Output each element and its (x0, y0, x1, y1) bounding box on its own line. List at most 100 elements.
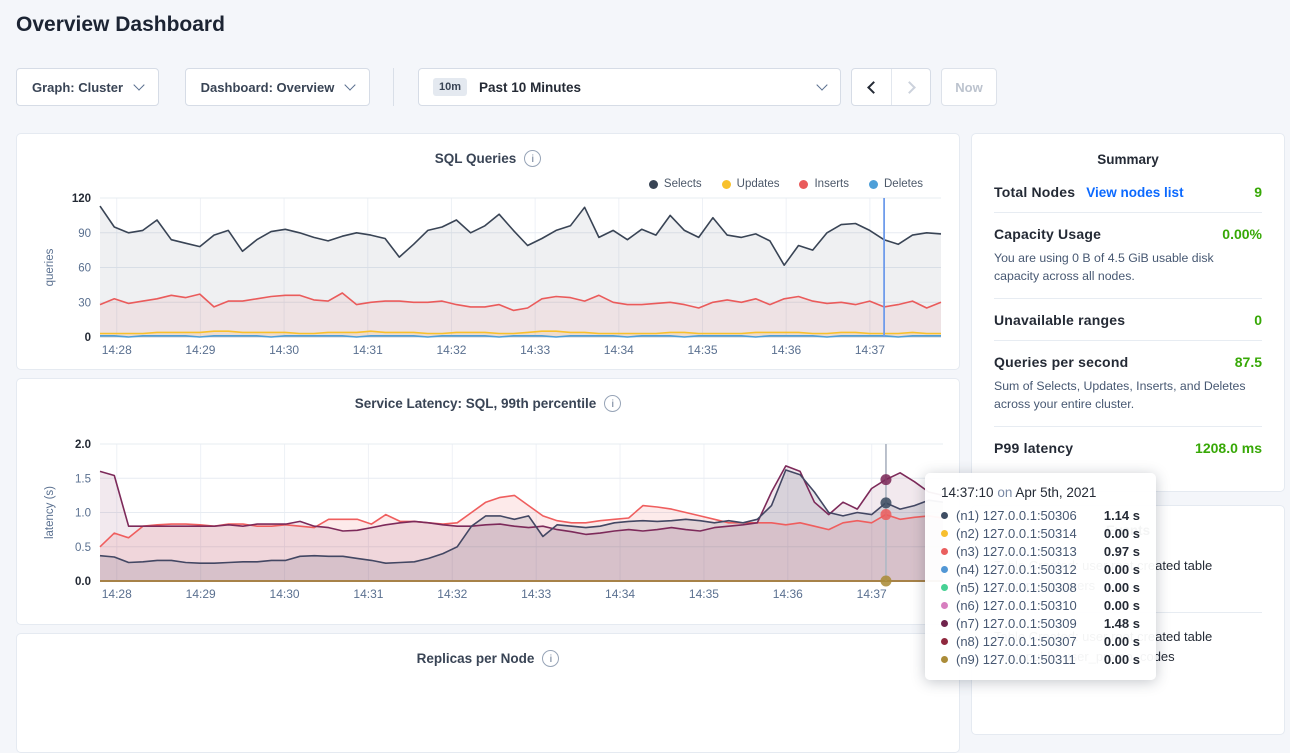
svg-text:14:28: 14:28 (102, 587, 132, 601)
svg-text:14:30: 14:30 (269, 343, 299, 357)
chart-hover-tooltip: 14:37:10 on Apr 5th, 2021 (n1) 127.0.0.1… (925, 473, 1156, 680)
replicas-per-node-title: Replicas per Node (417, 651, 535, 666)
svg-text:14:32: 14:32 (437, 587, 467, 601)
svg-text:14:29: 14:29 (185, 343, 215, 357)
tooltip-node-label: (n4) 127.0.0.1:50312 (956, 562, 1077, 577)
capacity-usage-desc: You are using 0 B of 4.5 GiB usable disk… (994, 249, 1262, 286)
tooltip-node-value: 0.00 s (1104, 634, 1140, 649)
sql-queries-chart[interactable]: 14:2814:2914:3014:3114:3214:3314:3414:35… (17, 134, 961, 371)
svg-text:120: 120 (72, 193, 91, 205)
tooltip-time: 14:37:10 (941, 485, 994, 500)
svg-text:queries: queries (44, 248, 56, 286)
tooltip-row: (n2) 127.0.0.1:503140.00 s (941, 524, 1140, 542)
capacity-usage-row: Capacity Usage 0.00% You are using 0 B o… (994, 212, 1262, 298)
svg-text:14:35: 14:35 (687, 343, 717, 357)
tooltip-node-value: 0.00 s (1104, 652, 1140, 667)
svg-text:14:28: 14:28 (102, 343, 132, 357)
tooltip-row: (n8) 127.0.0.1:50307 0.00 s (941, 632, 1140, 650)
svg-text:14:30: 14:30 (270, 587, 300, 601)
tooltip-row: (n6) 127.0.0.1:50310 0.00 s (941, 596, 1140, 614)
svg-text:14:36: 14:36 (771, 343, 801, 357)
tooltip-row: (n4) 127.0.0.1:50312 0.00 s (941, 560, 1140, 578)
tooltip-row: (n3) 127.0.0.1:503130.97 s (941, 542, 1140, 560)
view-nodes-list-link[interactable]: View nodes list (1086, 185, 1183, 200)
svg-text:14:33: 14:33 (521, 587, 551, 601)
series-color-dot (941, 566, 948, 573)
capacity-usage-value: 0.00% (1222, 226, 1262, 242)
series-color-dot (941, 548, 948, 555)
p99-latency-row: P99 latency 1208.0 ms (994, 426, 1262, 468)
svg-text:14:33: 14:33 (520, 343, 550, 357)
unavailable-ranges-value: 0 (1254, 312, 1262, 328)
svg-text:14:29: 14:29 (186, 587, 216, 601)
tooltip-node-value: 0.00 s (1104, 562, 1140, 577)
tooltip-node-value: 1.14 s (1104, 508, 1140, 523)
summary-panel: Summary Total Nodes View nodes list 9 Ca… (971, 133, 1285, 492)
svg-text:latency (s): latency (s) (44, 486, 56, 539)
svg-text:14:34: 14:34 (605, 587, 635, 601)
tooltip-node-label: (n3) 127.0.0.1:50313 (956, 544, 1077, 559)
svg-text:30: 30 (78, 297, 91, 309)
next-time-button[interactable] (891, 69, 930, 105)
tooltip-row: (n1) 127.0.0.1:503061.14 s (941, 506, 1140, 524)
series-color-dot (941, 656, 948, 663)
svg-text:14:31: 14:31 (353, 587, 383, 601)
service-latency-chart[interactable]: 14:28 14:29 14:30 14:31 14:32 14:33 14:34 14:35… (17, 379, 961, 626)
total-nodes-value: 9 (1254, 184, 1262, 200)
svg-text:0.5: 0.5 (75, 542, 91, 554)
tooltip-node-value: 1.48 s (1104, 616, 1140, 631)
sql-queries-card: SQL Queries i SelectsUpdatesInsertsDelet… (16, 133, 960, 370)
tooltip-node-label: (n9) 127.0.0.1:50311 (956, 652, 1076, 667)
tooltip-node-value: 0.00 s (1104, 580, 1140, 595)
series-color-dot (941, 584, 948, 591)
chevron-right-icon (903, 81, 916, 94)
svg-text:14:37: 14:37 (857, 587, 887, 601)
queries-per-second-value: 87.5 (1235, 354, 1262, 370)
total-nodes-label: Total Nodes (994, 184, 1075, 200)
svg-text:14:34: 14:34 (604, 343, 634, 357)
time-range-badge: 10m (433, 78, 467, 96)
chevron-down-icon (345, 79, 356, 90)
svg-text:0: 0 (85, 332, 91, 344)
info-icon[interactable]: i (542, 650, 559, 667)
svg-text:14:37: 14:37 (855, 343, 885, 357)
dashboard-dropdown[interactable]: Dashboard: Overview (185, 68, 370, 106)
p99-latency-value: 1208.0 ms (1195, 440, 1262, 456)
time-range-dropdown[interactable]: 10m Past 10 Minutes (418, 68, 841, 106)
tooltip-node-value: 0.00 s (1104, 526, 1140, 541)
queries-per-second-desc: Sum of Selects, Updates, Inserts, and De… (994, 377, 1262, 414)
tooltip-node-value: 0.00 s (1104, 598, 1140, 613)
queries-per-second-label: Queries per second (994, 354, 1128, 370)
series-color-dot (941, 512, 948, 519)
series-color-dot (941, 620, 948, 627)
svg-text:14:35: 14:35 (689, 587, 719, 601)
queries-per-second-row: Queries per second 87.5 Sum of Selects, … (994, 340, 1262, 426)
svg-text:0.0: 0.0 (75, 576, 91, 588)
time-range-label: Past 10 Minutes (479, 80, 581, 95)
page-title: Overview Dashboard (16, 13, 225, 37)
tooltip-node-label: (n8) 127.0.0.1:50307 (956, 634, 1077, 649)
svg-text:1.5: 1.5 (75, 473, 91, 485)
total-nodes-row: Total Nodes View nodes list 9 (994, 171, 1262, 212)
prev-time-button[interactable] (852, 69, 891, 105)
tooltip-node-label: (n6) 127.0.0.1:50310 (956, 598, 1077, 613)
controls-divider (393, 68, 394, 106)
tooltip-node-label: (n5) 127.0.0.1:50308 (956, 580, 1077, 595)
series-color-dot (941, 638, 948, 645)
svg-text:14:36: 14:36 (773, 587, 803, 601)
series-color-dot (941, 602, 948, 609)
replicas-per-node-card: Replicas per Node i (16, 633, 960, 753)
tooltip-node-label: (n7) 127.0.0.1:50309 (956, 616, 1077, 631)
chevron-left-icon (867, 81, 880, 94)
tooltip-timestamp: 14:37:10 on Apr 5th, 2021 (941, 485, 1140, 500)
tooltip-row: (n9) 127.0.0.1:50311 0.00 s (941, 650, 1140, 668)
chevron-down-icon (816, 79, 827, 90)
unavailable-ranges-label: Unavailable ranges (994, 312, 1125, 328)
svg-text:14:32: 14:32 (436, 343, 466, 357)
graph-dropdown-label: Graph: Cluster (32, 80, 123, 95)
graph-dropdown[interactable]: Graph: Cluster (16, 68, 159, 106)
service-latency-card: Service Latency: SQL, 99th percentile i … (16, 378, 960, 625)
tooltip-on: on (997, 485, 1012, 500)
now-button[interactable]: Now (941, 68, 997, 106)
svg-text:2.0: 2.0 (75, 439, 91, 451)
